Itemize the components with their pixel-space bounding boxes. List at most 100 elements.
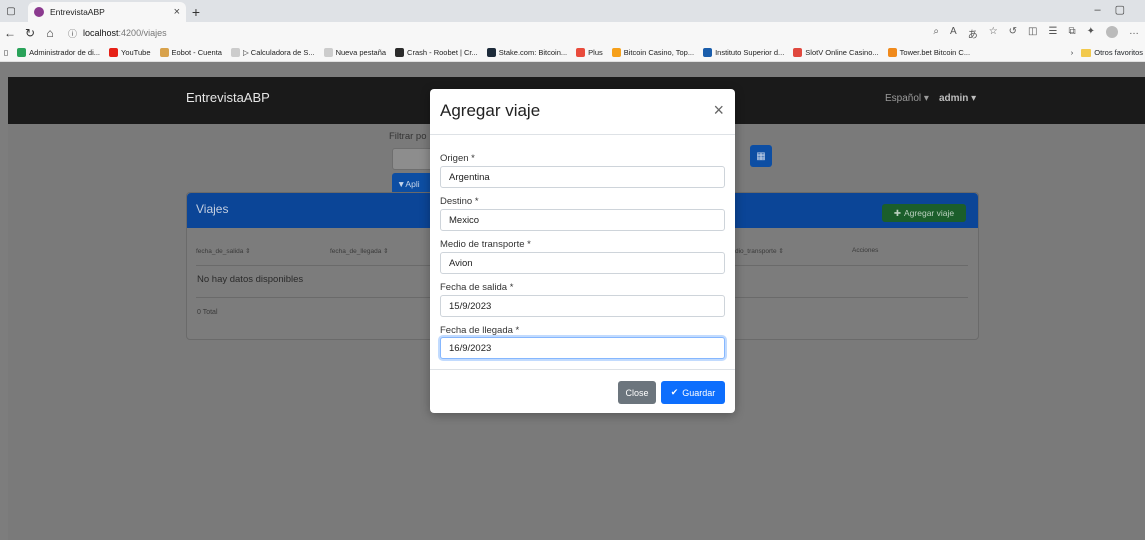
filter-funnel-icon: ▼ bbox=[397, 179, 406, 189]
transport-field[interactable]: Avion bbox=[440, 252, 725, 274]
bookmark-item[interactable]: Stake.com: Bitcoin... bbox=[486, 48, 568, 57]
bookmark-item[interactable]: Administrador de di... bbox=[17, 48, 100, 57]
translate-icon[interactable]: あ bbox=[968, 26, 978, 41]
departure-date-field[interactable]: 15/9/2023 bbox=[440, 295, 725, 317]
modal-footer-divider bbox=[430, 369, 735, 370]
bookmark-item[interactable]: Tower.bet Bitcoin C... bbox=[887, 48, 971, 57]
bookmark-bar-icon: ▯ bbox=[4, 48, 9, 57]
other-favorites[interactable]: Otros favoritos bbox=[1094, 48, 1143, 57]
calendar-button[interactable]: ▦ bbox=[750, 145, 772, 167]
origin-field[interactable]: Argentina bbox=[440, 166, 725, 188]
split-screen-icon[interactable]: ◫ bbox=[1028, 26, 1037, 41]
browser-tab[interactable]: EntrevistaABP × bbox=[28, 2, 186, 22]
search-icon[interactable]: ⌕ bbox=[933, 26, 939, 41]
bookmark-favicon-icon bbox=[109, 48, 119, 57]
tab-favicon-icon bbox=[34, 7, 44, 17]
bookmarks-right: › Otros favoritos bbox=[1070, 48, 1143, 57]
arrival-date-label: Fecha de llegada * bbox=[440, 325, 520, 336]
bookmark-label: Instituto Superior d... bbox=[715, 48, 785, 57]
bookmark-item[interactable]: Crash - Roobet | Cr... bbox=[395, 48, 478, 57]
card-title: Viajes bbox=[196, 202, 229, 216]
chevron-right-icon[interactable]: › bbox=[1071, 48, 1074, 57]
add-trip-button[interactable]: ✚ Agregar viaje bbox=[882, 204, 966, 222]
browser-tab-bar: ▢ EntrevistaABP × + –▢ bbox=[0, 0, 1145, 22]
bookmark-item[interactable]: SlotV Online Casino... bbox=[793, 48, 879, 57]
column-header-actions: Acciones bbox=[852, 247, 879, 254]
column-header-arrival[interactable]: fecha_de_llegada ⇕ bbox=[330, 247, 389, 255]
tab-close-icon[interactable]: × bbox=[174, 6, 180, 18]
bookmark-label: ▷ Calculadora de S... bbox=[242, 48, 315, 57]
bookmark-favicon-icon bbox=[230, 48, 240, 57]
extensions-icon[interactable]: ✦ bbox=[1087, 26, 1095, 41]
empty-message: No hay datos disponibles bbox=[197, 274, 304, 285]
browser-toolbar-icons: ⌕ A あ ☆ ↺ ◫ ☰ ⧉ ✦ … bbox=[933, 26, 1139, 41]
bookmark-label: Administrador de di... bbox=[29, 48, 101, 57]
check-icon: ✔ bbox=[670, 387, 679, 397]
bookmark-label: SlotV Online Casino... bbox=[805, 48, 879, 57]
bookmark-favicon-icon bbox=[887, 48, 897, 57]
bookmark-label: Stake.com: Bitcoin... bbox=[498, 48, 568, 57]
bookmark-item[interactable]: Nueva pestaña bbox=[323, 48, 386, 57]
close-button[interactable]: Close bbox=[618, 381, 656, 404]
profile-avatar-icon[interactable] bbox=[1106, 26, 1118, 38]
close-icon[interactable]: × bbox=[713, 101, 724, 119]
bookmark-favicon-icon bbox=[395, 48, 405, 57]
back-icon[interactable]: ← bbox=[0, 26, 20, 40]
add-trip-modal: Agregar viaje × Origen * Argentina Desti… bbox=[430, 89, 735, 413]
bookmark-label: Bitcoin Casino, Top... bbox=[623, 48, 695, 57]
url-path: :4200/viajes bbox=[118, 28, 167, 38]
folder-icon bbox=[1081, 48, 1092, 57]
apply-filter-label: Apli bbox=[405, 179, 420, 189]
arrival-date-field[interactable]: 16/9/2023 bbox=[440, 337, 725, 359]
bookmark-label: Tower.bet Bitcoin C... bbox=[899, 48, 971, 57]
tab-title: EntrevistaABP bbox=[50, 7, 105, 17]
destination-label: Destino * bbox=[440, 196, 479, 207]
url-field[interactable]: ⓘ localhost:4200/viajes bbox=[68, 27, 167, 40]
bookmark-item[interactable]: Bitcoin Casino, Top... bbox=[611, 48, 695, 57]
save-button[interactable]: ✔ Guardar bbox=[661, 381, 725, 404]
modal-header: Agregar viaje × bbox=[430, 89, 735, 135]
bookmark-label: Plus bbox=[588, 48, 603, 57]
bookmark-label: YouTube bbox=[121, 48, 151, 57]
plus-icon: ✚ bbox=[893, 207, 902, 218]
favorite-star-icon[interactable]: ☆ bbox=[989, 26, 998, 41]
column-header-departure[interactable]: fecha_de_salida ⇕ bbox=[196, 247, 251, 255]
bookmark-item[interactable]: ▷ Calculadora de S... bbox=[230, 48, 315, 57]
bookmark-favicon-icon bbox=[793, 48, 803, 57]
bookmark-item[interactable]: Eobot - Cuenta bbox=[159, 48, 222, 57]
new-tab-button[interactable]: + bbox=[186, 2, 206, 22]
refresh-icon[interactable]: ↻ bbox=[20, 26, 40, 40]
bookmark-item[interactable]: Plus bbox=[576, 48, 603, 57]
refresh-extension-icon[interactable]: ↺ bbox=[1009, 26, 1017, 41]
bookmark-label: Eobot - Cuenta bbox=[171, 48, 222, 57]
bookmark-item[interactable]: YouTube bbox=[109, 48, 151, 57]
add-trip-label: Agregar viaje bbox=[904, 208, 955, 218]
favorites-icon[interactable]: ☰ bbox=[1049, 26, 1058, 41]
site-info-icon[interactable]: ⓘ bbox=[68, 27, 77, 40]
bookmark-favicon-icon bbox=[486, 48, 496, 57]
user-dropdown[interactable]: admin ▾ bbox=[939, 93, 976, 104]
destination-field[interactable]: Mexico bbox=[440, 209, 725, 231]
modal-title: Agregar viaje bbox=[440, 101, 541, 120]
bookmarks-bar: ▯ Administrador de di... YouTube Eobot - C… bbox=[0, 44, 1145, 62]
window-controls[interactable]: –▢ bbox=[1094, 3, 1139, 16]
bookmark-favicon-icon bbox=[323, 48, 333, 57]
tab-actions-icon[interactable]: ▢ bbox=[0, 0, 22, 22]
total-count: 0 Total bbox=[197, 309, 218, 316]
collections-icon[interactable]: ⧉ bbox=[1068, 26, 1075, 41]
transport-label: Medio de transporte * bbox=[440, 239, 531, 250]
bookmark-favicon-icon bbox=[159, 48, 169, 57]
brand-link[interactable]: EntrevistaABP bbox=[186, 90, 270, 105]
bookmark-favicon-icon bbox=[611, 48, 621, 57]
bookmark-favicon-icon bbox=[703, 48, 713, 57]
more-icon[interactable]: … bbox=[1129, 26, 1139, 41]
filter-label: Filtrar po bbox=[389, 131, 427, 142]
url-host: localhost bbox=[83, 28, 119, 38]
bookmark-favicon-icon bbox=[17, 48, 27, 57]
calendar-icon: ▦ bbox=[756, 150, 766, 162]
column-header-transport[interactable]: dio_transporte ⇕ bbox=[735, 247, 784, 255]
read-aloud-icon[interactable]: A bbox=[950, 26, 957, 41]
language-dropdown[interactable]: Español ▾ bbox=[885, 93, 929, 104]
home-icon[interactable]: ⌂ bbox=[40, 26, 60, 40]
bookmark-item[interactable]: Instituto Superior d... bbox=[703, 48, 784, 57]
